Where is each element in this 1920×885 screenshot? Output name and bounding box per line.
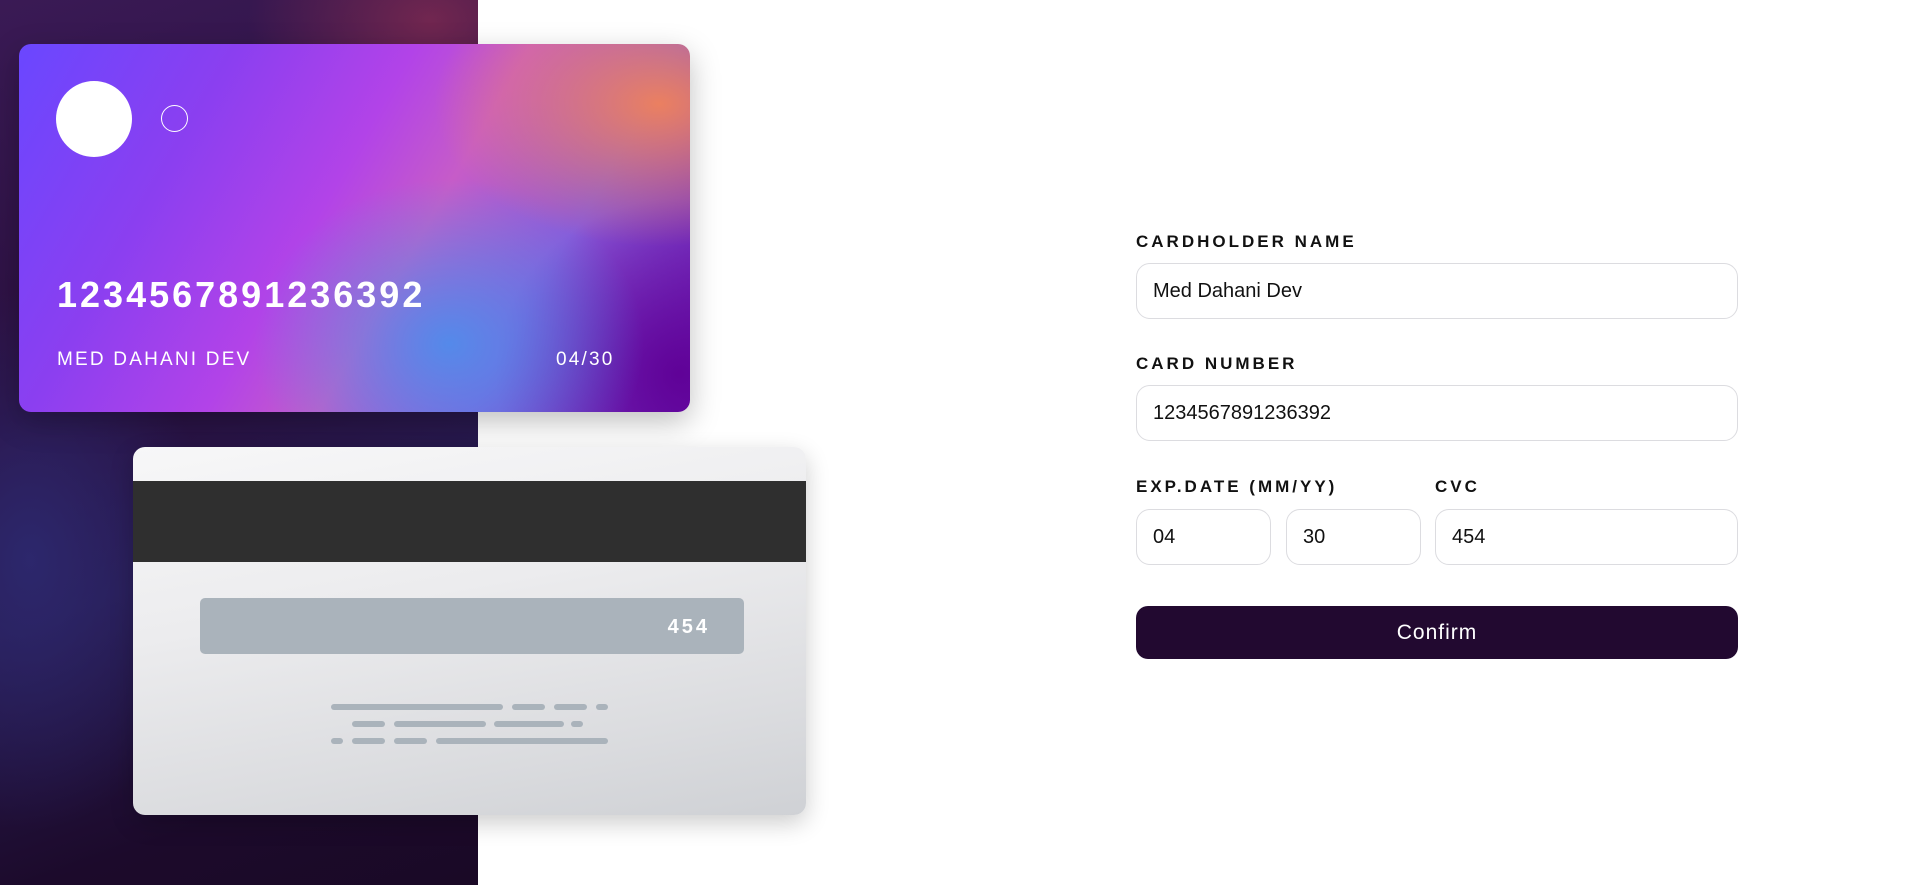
card-back-pattern-line: [331, 704, 503, 710]
exp-year-input[interactable]: [1286, 509, 1421, 565]
signature-strip: 454: [200, 598, 744, 654]
card-logo-circle-small: [161, 105, 188, 132]
card-back-cvc: 454: [667, 616, 710, 638]
card-back-pattern-line: [571, 721, 583, 727]
card-back-pattern-line: [596, 704, 608, 710]
cvc-input[interactable]: [1435, 509, 1738, 565]
card-back-pattern-line: [512, 704, 545, 710]
card-back-pattern-line: [436, 738, 608, 744]
confirm-button[interactable]: Confirm: [1136, 606, 1738, 659]
card-back-pattern-line: [394, 738, 427, 744]
card-back-pattern-line: [494, 721, 564, 727]
page: 1234567891236392 MED DAHANI DEV 04/30 45…: [0, 0, 1920, 885]
card-back-pattern-line: [554, 704, 587, 710]
card-back: 454: [133, 447, 806, 815]
card-front: 1234567891236392 MED DAHANI DEV 04/30: [19, 44, 690, 412]
card-number-label: CARD NUMBER: [1136, 354, 1298, 373]
card-back-pattern-line: [352, 738, 385, 744]
exp-month-input[interactable]: [1136, 509, 1271, 565]
exp-date-label: EXP.DATE (MM/YY): [1136, 477, 1338, 496]
card-back-pattern-line: [331, 738, 343, 744]
cvc-label: CVC: [1435, 477, 1480, 496]
cardholder-name-label: CARDHOLDER NAME: [1136, 232, 1357, 251]
card-front-name: MED DAHANI DEV: [57, 349, 252, 370]
card-back-pattern-line: [394, 721, 486, 727]
card-logo-circle-large: [56, 81, 132, 157]
magnetic-stripe: [133, 481, 806, 562]
card-front-number: 1234567891236392: [57, 274, 426, 315]
expiry-cvc-row: EXP.DATE (MM/YY) CVC: [1136, 477, 1738, 568]
card-back-pattern-line: [352, 721, 385, 727]
card-front-expiry: 04/30: [556, 349, 615, 370]
card-details-form: CARDHOLDER NAME CARD NUMBER EXP.DATE (MM…: [1136, 232, 1738, 659]
card-number-input[interactable]: [1136, 385, 1738, 441]
cardholder-name-input[interactable]: [1136, 263, 1738, 319]
